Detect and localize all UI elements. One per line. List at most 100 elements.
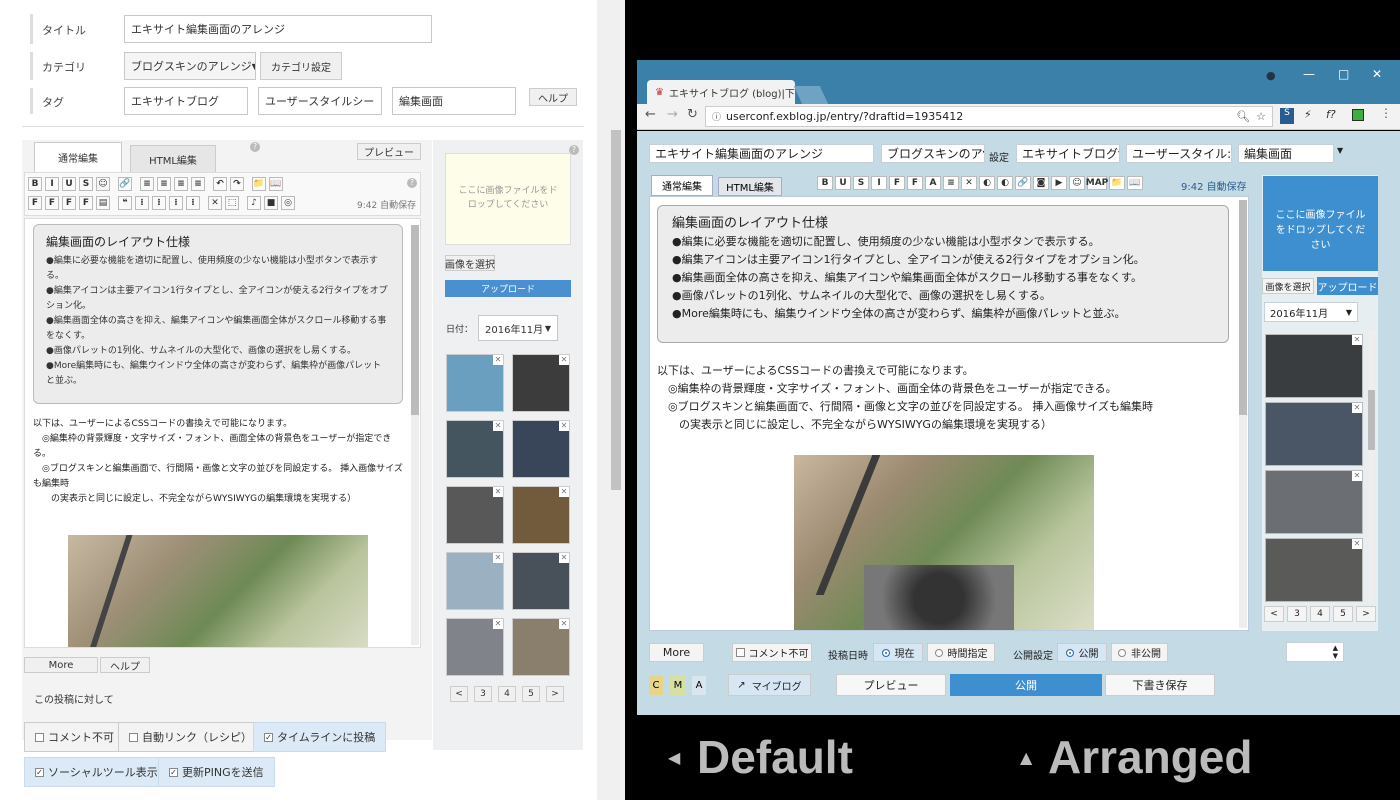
checkbox-box[interactable]: [735, 648, 745, 657]
toolbar-button[interactable]: 📖: [269, 177, 283, 191]
toolbar-button[interactable]: ⁝: [135, 196, 149, 210]
menu-icon[interactable]: ⋮: [1380, 106, 1392, 120]
category-select[interactable]: ブログスキンのアレンジ▼: [124, 52, 256, 80]
tab-html-edit[interactable]: HTML編集: [130, 145, 216, 172]
checkbox-autolink[interactable]: 自動リンク（レシピ）: [118, 722, 263, 752]
tag-input-2[interactable]: ユーザースタイル:: [1126, 144, 1232, 163]
toolbar-button[interactable]: U: [62, 177, 76, 191]
preview-button[interactable]: プレビュー: [357, 143, 421, 160]
toolbar-button[interactable]: ◐: [997, 176, 1013, 190]
toolbar-button[interactable]: 📁: [1109, 176, 1125, 190]
toolbar-button[interactable]: MAP: [1086, 176, 1108, 190]
image-thumbnail[interactable]: ✕: [1265, 334, 1363, 398]
close-icon[interactable]: ✕: [493, 355, 503, 365]
toolbar-button[interactable]: B: [28, 177, 42, 191]
close-window-icon[interactable]: ✕: [1372, 67, 1382, 81]
close-icon[interactable]: ✕: [559, 421, 569, 431]
toolbar-button[interactable]: ☺: [1069, 176, 1085, 190]
save-draft-button[interactable]: 下書き保存: [1105, 674, 1215, 696]
preview-button[interactable]: プレビュー: [836, 674, 946, 696]
toolbar-button[interactable]: 🔗: [1015, 176, 1031, 190]
close-icon[interactable]: ✕: [559, 487, 569, 497]
toolbar-button[interactable]: ≡: [157, 177, 171, 191]
toolbar-button[interactable]: ≡: [174, 177, 188, 191]
tag-input-1[interactable]: エキサイトブログ▼: [1016, 144, 1120, 163]
tab-normal-edit[interactable]: 通常編集: [34, 142, 122, 172]
checkbox-social-tools[interactable]: ✓ ソーシャルツール表示: [24, 757, 169, 787]
toolbar-button[interactable]: I: [45, 177, 59, 191]
tag-input-2[interactable]: ユーザースタイルシー: [258, 87, 382, 115]
close-icon[interactable]: ✕: [493, 553, 503, 563]
toolbar-button[interactable]: F: [62, 196, 76, 210]
toolbar-button[interactable]: ⁝: [186, 196, 200, 210]
title-input[interactable]: エキサイト編集画面のアレンジ: [649, 144, 874, 163]
help-button[interactable]: ヘルプ: [100, 657, 150, 673]
chevron-down-icon[interactable]: ▼: [1337, 146, 1343, 155]
checkbox-ping[interactable]: ✓ 更新PINGを送信: [158, 757, 275, 787]
image-thumbnail[interactable]: ✕: [446, 552, 504, 610]
minimize-icon[interactable]: —: [1303, 67, 1315, 81]
page-button[interactable]: <: [1264, 606, 1284, 622]
toolbar-button[interactable]: I: [871, 176, 887, 190]
page-scrollbar[interactable]: [597, 0, 625, 800]
page-button[interactable]: 5: [522, 686, 540, 702]
image-thumbnail[interactable]: ✕: [446, 420, 504, 478]
toolbar-button[interactable]: ■: [264, 196, 278, 210]
page-button[interactable]: >: [1356, 606, 1376, 622]
close-icon[interactable]: ✕: [559, 553, 569, 563]
toolbar-button[interactable]: F: [28, 196, 42, 210]
close-icon[interactable]: ✕: [559, 355, 569, 365]
tab-html-edit[interactable]: HTML編集: [718, 177, 782, 196]
a-button[interactable]: A: [692, 676, 706, 695]
radio-public[interactable]: 公開: [1057, 643, 1107, 662]
search-icon[interactable]: 🔍︎: [1236, 110, 1250, 123]
radio-post-scheduled[interactable]: 時間指定: [927, 643, 995, 662]
editor-scrollbar[interactable]: [411, 225, 419, 645]
help-button[interactable]: ヘルプ: [529, 88, 577, 106]
category-select[interactable]: ブログスキンのア▼: [881, 144, 985, 163]
radio-button[interactable]: [1118, 648, 1126, 657]
toolbar-button[interactable]: ≡: [943, 176, 959, 190]
tag-input-3[interactable]: 編集画面: [1238, 144, 1334, 163]
forward-icon[interactable]: →: [667, 107, 678, 122]
image-drop-zone[interactable]: ここに画像ファイルをドロップしてください: [1263, 176, 1378, 271]
reload-icon[interactable]: ↻: [687, 107, 698, 122]
image-scrollbar[interactable]: [1368, 330, 1375, 602]
more-button[interactable]: More: [649, 643, 704, 662]
scrollbar-thumb[interactable]: [611, 130, 621, 490]
checkbox-box[interactable]: ✓: [264, 732, 273, 742]
image-thumbnail[interactable]: ✕: [512, 552, 570, 610]
image-thumbnail[interactable]: ✕: [446, 354, 504, 412]
url-bar[interactable]: ⓘ userconf.exblog.jp/entry/?draftid=19354…: [705, 106, 1273, 127]
page-button[interactable]: 3: [474, 686, 492, 702]
image-thumbnail[interactable]: ✕: [1265, 470, 1363, 534]
profile-icon[interactable]: ●: [1266, 69, 1276, 82]
toolbar-button[interactable]: ↷: [230, 177, 244, 191]
page-button[interactable]: 5: [1333, 606, 1353, 622]
image-thumbnail[interactable]: ✕: [512, 618, 570, 676]
toolbar-button[interactable]: ◎: [281, 196, 295, 210]
toolbar-button[interactable]: F: [889, 176, 905, 190]
browser-tab[interactable]: ♛エキサイトブログ (blog)|下書✕: [647, 80, 795, 104]
radio-button[interactable]: [934, 648, 943, 657]
image-thumbnail[interactable]: ✕: [512, 354, 570, 412]
lightning-icon[interactable]: ⚡: [1304, 108, 1312, 121]
toolbar-button[interactable]: ♪: [247, 196, 261, 210]
title-input[interactable]: エキサイト編集画面のアレンジ: [124, 15, 432, 43]
scrollbar-thumb[interactable]: [411, 225, 419, 415]
scrollbar-thumb[interactable]: [1368, 390, 1375, 450]
tag-input-1[interactable]: エキサイトブログ: [124, 87, 248, 115]
checkbox-box[interactable]: [129, 732, 138, 742]
toolbar-button[interactable]: ✕: [961, 176, 977, 190]
close-icon[interactable]: ✕: [493, 487, 503, 497]
upload-button[interactable]: アップロード: [1317, 277, 1378, 295]
toolbar-button[interactable]: ⬚: [225, 196, 239, 210]
spinner-input[interactable]: ▲ ▼: [1286, 642, 1344, 662]
extension-icon[interactable]: [1352, 109, 1364, 121]
toolbar-button[interactable]: ≡: [140, 177, 154, 191]
toolbar-button[interactable]: ⁝: [169, 196, 183, 210]
close-icon[interactable]: ✕: [493, 421, 503, 431]
toolbar-button[interactable]: B: [817, 176, 833, 190]
function-icon[interactable]: f?: [1326, 108, 1336, 121]
checkbox-no-comment[interactable]: コメント不可: [732, 643, 812, 662]
